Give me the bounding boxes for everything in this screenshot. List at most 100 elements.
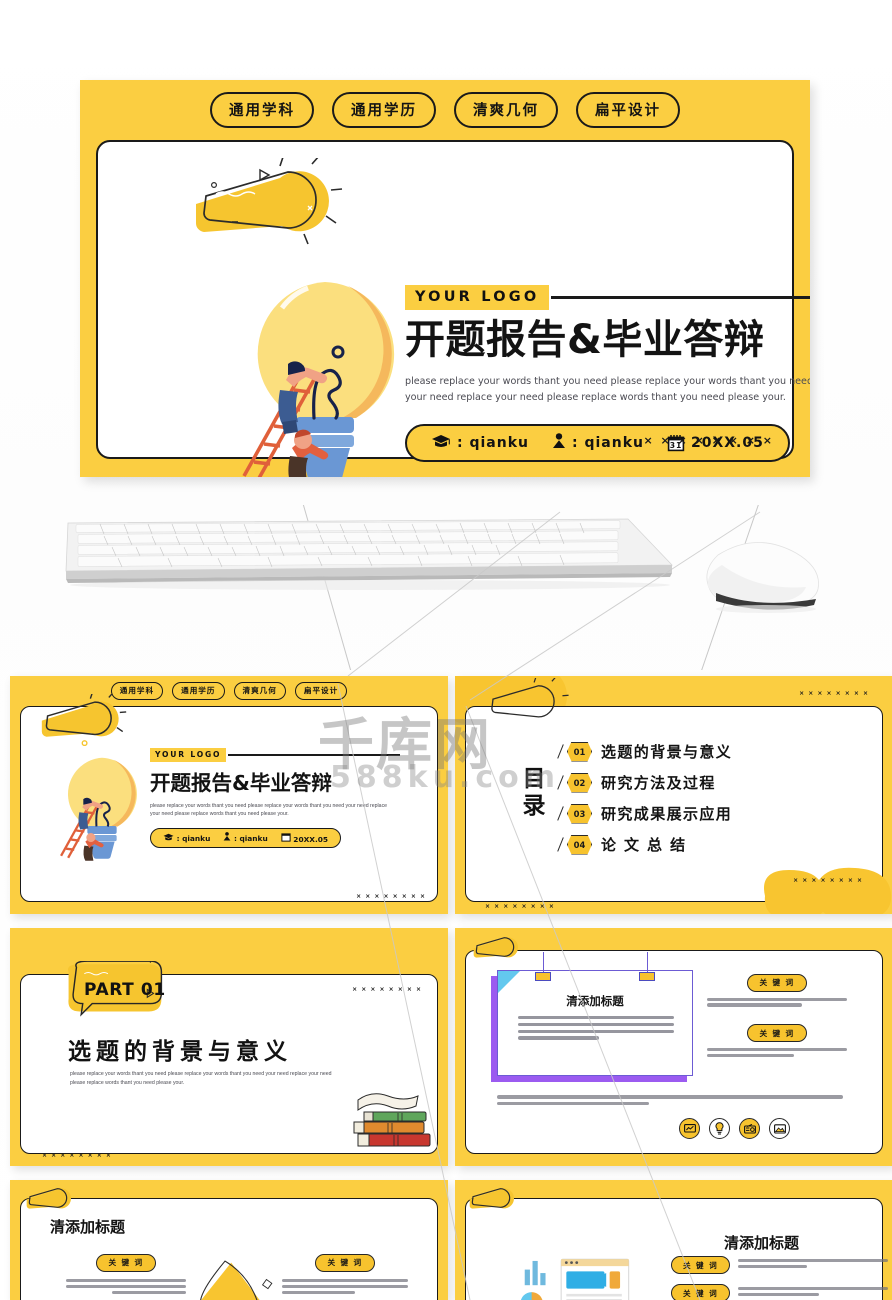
clip-stem — [543, 952, 544, 974]
thumb-tag[interactable]: 清爽几何 — [233, 682, 286, 700]
logo-divider — [228, 754, 400, 756]
thumbnail-media-slide[interactable]: 清添加标题 关 键 词 关 键 词 — [455, 1180, 892, 1300]
thumb-meta-pill[interactable]: : qianku : qianku 20XX.05 — [150, 827, 342, 848]
card-body: 清添加标题 — [497, 970, 693, 1076]
meta-advisor: : qianku — [163, 833, 210, 843]
keyword-body — [66, 1278, 186, 1295]
hero-subtitle: please replace your words thant you need… — [405, 376, 810, 403]
chart-monitor-icon[interactable] — [679, 1118, 700, 1139]
hero-tag[interactable]: 通用学科 — [210, 92, 314, 128]
bulb-icon[interactable] — [709, 1118, 730, 1139]
toc-item[interactable]: 04 论 文 总 结 — [557, 829, 732, 860]
section-subtitle: please replace your words thant you need… — [70, 1071, 332, 1086]
thumb-text-block: YOUR LOGO 开题报告&毕业答辩 please replace your … — [150, 748, 400, 848]
corner-marks-bottom: × × × × × × × × — [42, 1152, 112, 1159]
pie-chart-icon — [520, 1292, 543, 1300]
card-corner-fold — [498, 971, 520, 993]
thumb-tag[interactable]: 通用学历 — [172, 682, 225, 700]
logo-divider — [551, 296, 810, 299]
hardware-mockup — [0, 464, 892, 676]
toc-number: 01 — [573, 746, 586, 757]
radio-icon[interactable] — [739, 1118, 760, 1139]
meta-advisor-label: : qianku — [176, 833, 211, 843]
toc-item[interactable]: 02 研究方法及过程 — [557, 767, 732, 798]
toc-number: 03 — [573, 808, 586, 819]
keyword-group-right: 关 键 词 — [282, 1252, 408, 1295]
section-title: 选题的背景与意义 — [68, 1039, 292, 1065]
keyword-body — [282, 1278, 408, 1295]
corner-marks: × × × × × × × × — [356, 893, 426, 900]
toc-list: 01 选题的背景与意义 02 研究方法及过程 03 研究成果展示应用 04 论 … — [557, 736, 733, 860]
logo-row: YOUR LOGO — [405, 285, 810, 310]
hero-tag[interactable]: 清爽几何 — [454, 92, 558, 128]
keyword-pill[interactable]: 关 键 词 — [747, 973, 807, 992]
keyword-pill[interactable]: 关 键 词 — [747, 1024, 807, 1043]
binder-clip-icon — [535, 972, 551, 981]
meta-date: 20XX.05 — [281, 832, 328, 844]
toc-label: 研究成果展示应用 — [601, 805, 733, 823]
card-title: 清添加标题 — [566, 994, 624, 1008]
image-icon[interactable] — [769, 1118, 790, 1139]
keyword-body — [707, 997, 847, 1007]
keyword-pill[interactable]: 关 键 词 — [671, 1256, 731, 1274]
thumbnail-content-slide[interactable]: 清添加标题 关 键 词 关 键 词 — [455, 928, 892, 1166]
logo-badge: YOUR LOGO — [150, 748, 227, 762]
hero-tag-row: 通用学科 通用学历 清爽几何 扁平设计 — [80, 80, 810, 140]
hero-slide[interactable]: 通用学科 通用学历 清爽几何 扁平设计 YOUR LOGO 开题报告&毕业答辩 … — [80, 80, 810, 477]
charts-and-video-illustration — [520, 1258, 630, 1300]
preview-page: 通用学科 通用学历 清爽几何 扁平设计 YOUR LOGO 开题报告&毕业答辩 … — [0, 0, 892, 1300]
mouse-mockup — [706, 542, 819, 613]
person-icon — [552, 433, 566, 453]
thumb-tag-row: 通用学科 通用学历 清爽几何 扁平设计 — [10, 676, 448, 706]
toc-number-badge: 02 — [557, 772, 592, 793]
part-label: PART 01 — [84, 980, 166, 1000]
hero-tag[interactable]: 扁平设计 — [576, 92, 680, 128]
toc-label: 研究方法及过程 — [601, 774, 716, 792]
thumb-tag[interactable]: 扁平设计 — [294, 682, 348, 700]
toc-heading: 目 录 — [517, 766, 551, 820]
slide-title: 清添加标题 — [50, 1218, 126, 1236]
binder-clip-icon — [639, 972, 655, 981]
corner-marks-top: × × × × × × × × — [799, 690, 869, 697]
toc-number-badge: 04 — [557, 834, 592, 855]
keyword-pill[interactable]: 关 键 词 — [671, 1284, 731, 1300]
keyword-body — [738, 1256, 889, 1271]
graduation-cap-icon — [431, 434, 451, 452]
card-body-text — [518, 1016, 674, 1040]
keyword-body — [738, 1284, 889, 1299]
meta-student: : qianku — [552, 433, 644, 453]
clipboard-card: 清添加标题 — [491, 970, 693, 1082]
logo-badge: YOUR LOGO — [405, 285, 550, 310]
toc-heading-char: 目 — [522, 766, 546, 792]
thumbnail-title-slide[interactable]: 通用学科 通用学历 清爽几何 扁平设计 YOUR LOGO 开题报告&毕业答辩 … — [10, 676, 448, 914]
icon-row — [679, 1118, 790, 1139]
clip-stem — [647, 952, 648, 974]
thumbnail-toc-slide[interactable]: 目 录 01 选题的背景与意义 02 研究方法及过程 03 研究成果展示应用 0… — [455, 676, 892, 914]
meta-advisor-label: : qianku — [457, 435, 529, 452]
thumbnail-two-column-slide[interactable]: 清添加标题 关 键 词 关 键 词 — [10, 1180, 448, 1300]
thumb-title: 开题报告&毕业答辩 — [150, 771, 332, 795]
thumbnail-section-slide[interactable]: PART 01 选题的背景与意义 please replace your wor… — [10, 928, 448, 1166]
toc-number-badge: 01 — [557, 741, 592, 762]
thumb-tag[interactable]: 通用学科 — [110, 682, 164, 700]
meta-date-label: 20XX.05 — [293, 834, 329, 844]
toc-item[interactable]: 01 选题的背景与意义 — [557, 736, 732, 767]
keyword-row-1: 关 键 词 — [671, 1256, 889, 1274]
browser-window-icon — [560, 1258, 630, 1300]
toc-item[interactable]: 03 研究成果展示应用 — [557, 798, 733, 829]
keyword-pill[interactable]: 关 键 词 — [315, 1253, 375, 1272]
hero-tag[interactable]: 通用学历 — [332, 92, 436, 128]
keyword-body — [707, 1048, 847, 1058]
lightbulb-ladder-illustration — [54, 751, 150, 863]
toc-number: 02 — [573, 777, 586, 788]
toc-number: 04 — [573, 839, 586, 850]
meta-student-label: : qianku — [571, 435, 644, 452]
corner-marks-bottom: × × × × × × × × — [485, 903, 555, 910]
page-title: 开题报告&毕业答辩 — [405, 317, 765, 363]
keyword-row-2: 关 键 词 — [671, 1284, 889, 1300]
meta-advisor: : qianku — [431, 434, 529, 452]
keyword-group: 关 键 词 关 键 词 — [707, 972, 847, 1060]
keyword-pill[interactable]: 关 键 词 — [96, 1253, 156, 1272]
corner-marks-blob: × × × × × × × × — [793, 877, 863, 884]
corner-marks: × × × × × × × × — [643, 434, 774, 447]
